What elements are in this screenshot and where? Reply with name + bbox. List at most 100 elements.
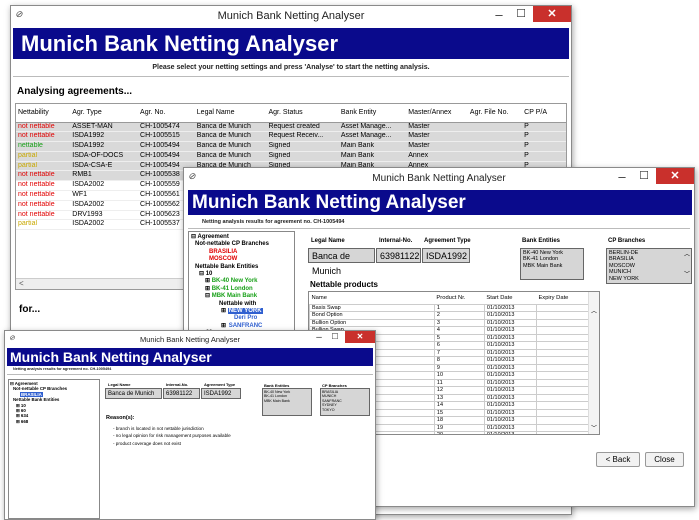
legal-name-header: Legal Name: [311, 238, 345, 244]
column-header[interactable]: Legal Name: [195, 104, 267, 122]
scroll-left-icon[interactable]: <: [19, 279, 24, 288]
expand-icon[interactable]: ⊞: [16, 408, 21, 413]
banner: Munich Bank Netting Analyser: [13, 28, 569, 59]
column-header[interactable]: Master/Annex: [406, 104, 468, 122]
scroll-up-icon[interactable]: ︿: [591, 306, 597, 315]
close-button[interactable]: ✕: [533, 6, 571, 22]
products-column-header[interactable]: Start Date: [484, 292, 536, 304]
reasons-minimize-button[interactable]: –: [311, 332, 327, 343]
column-header[interactable]: Nettability: [16, 104, 70, 122]
scroll-down-icon[interactable]: ﹀: [591, 423, 597, 432]
column-header[interactable]: Agr. No.: [138, 104, 195, 122]
expand-icon[interactable]: ⊞: [221, 308, 228, 314]
bank-entity-item[interactable]: MBK Main Bank: [264, 399, 310, 403]
tree-nettable-with-item[interactable]: ⊞ NEW YORK: [221, 308, 292, 315]
product-cell: 20: [433, 431, 485, 434]
expand-icon[interactable]: ⊞: [16, 403, 21, 408]
table-cell: Master: [408, 132, 430, 140]
results-maximize-button[interactable]: ☐: [634, 169, 654, 182]
table-row[interactable]: partial ISDA-OF-DOCS CH-1005494 Banca de Mu…: [16, 151, 566, 162]
tree-root[interactable]: ⊟ Agreement: [191, 234, 292, 241]
product-cell: Basis Swap: [309, 303, 435, 312]
agreement-type-header: Agreement Type: [424, 238, 471, 244]
collapse-icon[interactable]: ⊟: [191, 234, 196, 240]
expand-icon[interactable]: ⊞: [205, 286, 212, 292]
results-minimize-button[interactable]: –: [612, 169, 632, 184]
expand-icon[interactable]: ⊞: [16, 419, 21, 424]
product-row[interactable]: Bond Option 2 01/10/2013: [309, 311, 590, 320]
chevron-up-icon[interactable]: ︿: [684, 249, 690, 258]
table-cell: [468, 151, 522, 161]
reasons-tree[interactable]: ⊟ Agreement Not-nettable CP Branches BRA…: [8, 379, 100, 519]
column-header[interactable]: Bank Entity: [339, 104, 406, 122]
tree-nettable-with-node[interactable]: Nettable with: [191, 301, 292, 308]
tree-item-label[interactable]: Deri Pro: [233, 315, 258, 321]
results-banner: Munich Bank Netting Analyser: [188, 190, 692, 215]
bank-entities-list[interactable]: BK-40 New York BK-41 London MBK Main Bank: [520, 248, 584, 280]
expand-icon[interactable]: ⊞: [221, 323, 228, 329]
product-cell: [535, 318, 590, 327]
collapse-icon[interactable]: ⊟: [205, 293, 212, 299]
table-cell: P: [524, 122, 529, 130]
product-cell: 01/10/2013: [483, 401, 537, 410]
product-cell: [535, 408, 590, 417]
products-column-header[interactable]: Expiry Date: [536, 292, 588, 304]
cp-branches-list[interactable]: BERLIN-DE BRASILIA MOSCOW MUNICH NEW YORK: [606, 248, 692, 284]
window-title: Munich Bank Netting Analyser: [217, 10, 365, 22]
collapse-icon[interactable]: ⊟: [10, 381, 14, 386]
column-header[interactable]: CP P/A: [522, 104, 566, 122]
table-cell: Asset Manage...: [340, 132, 392, 140]
table-cell: Banca de Munich: [196, 151, 251, 159]
nettability-cell: not nettable: [18, 132, 55, 140]
internal-no-field: 63981122: [376, 248, 421, 263]
tree-branch-item[interactable]: BRASILIA: [209, 249, 292, 256]
table-cell: ISDA2002: [72, 220, 105, 228]
column-header[interactable]: Agr. File No.: [468, 104, 522, 122]
tree-not-nettable-node[interactable]: Not-nettable CP Branches: [191, 241, 292, 248]
legal-name-field: Banca de Munich: [105, 388, 162, 399]
products-column-header[interactable]: Product Nr.: [434, 292, 484, 304]
bank-entity-item[interactable]: MBK Main Bank: [523, 263, 581, 269]
table-row[interactable]: not nettable ISDA1992 CH-1005515 Banca de M…: [16, 131, 566, 142]
tree-nettable-node[interactable]: Nettable Bank Entities: [191, 264, 292, 271]
products-column-header[interactable]: Name: [310, 292, 435, 304]
tree-branch-item[interactable]: MOSCOW: [209, 256, 292, 263]
products-scrollbar[interactable]: ︿ ﹀: [588, 292, 599, 434]
reasons-close-button[interactable]: ✕: [345, 331, 375, 343]
tree-node-10[interactable]: ⊟ 10: [191, 271, 292, 278]
chevron-down-icon[interactable]: ﹀: [684, 269, 690, 278]
tree-entity-item[interactable]: ⊞ BK-41 London: [205, 286, 292, 293]
column-header[interactable]: Agr. Type: [70, 104, 138, 122]
table-cell: Request created: [268, 122, 320, 130]
tree-entity-item[interactable]: ⊞ BK-40 New York: [205, 278, 292, 285]
tree-entity-item[interactable]: ⊟ MBK Main Bank: [205, 293, 292, 300]
nettability-cell: not nettable: [18, 181, 55, 189]
nettability-cell: not nettable: [18, 171, 55, 179]
bank-entities-list[interactable]: BK-40 New York BK-41 London MBK Main Bank: [262, 388, 312, 416]
expand-icon[interactable]: ⊞: [205, 278, 212, 284]
tree-entity-item[interactable]: ⊞ 668: [16, 419, 98, 424]
expand-icon[interactable]: ⊞: [16, 413, 21, 418]
back-button[interactable]: < Back: [596, 452, 640, 467]
product-cell: 15: [433, 408, 485, 417]
product-row[interactable]: Bullion Option 3 01/10/2013: [309, 318, 590, 327]
cp-branches-list[interactable]: BRASILIA MUNICH SANFRANC SYDNEY TOKYO: [320, 388, 370, 416]
tree-item-label[interactable]: NEW YORK: [227, 308, 263, 315]
reasons-maximize-button[interactable]: ☐: [327, 332, 343, 341]
maximize-button[interactable]: ☐: [511, 7, 531, 20]
table-cell: CH-1005515: [140, 132, 180, 140]
minimize-button[interactable]: –: [489, 7, 509, 22]
tree-nettable-with-item[interactable]: Deri Pro: [221, 315, 292, 322]
cp-branch-item[interactable]: NEW YORK: [609, 276, 689, 282]
cp-branch-item[interactable]: TOKYO: [322, 408, 368, 412]
close-dialog-button[interactable]: Close: [645, 452, 684, 467]
table-row[interactable]: not nettable ASSET-MAN CH-1005474 Banca de …: [16, 122, 566, 132]
table-cell: Signed: [268, 142, 291, 150]
results-close-button[interactable]: ✕: [656, 168, 694, 184]
column-header[interactable]: Agr. Status: [266, 104, 338, 122]
product-cell: 2: [433, 311, 485, 320]
collapse-icon[interactable]: ⊟: [199, 271, 204, 277]
tree-item-label[interactable]: SANFRANC: [228, 323, 264, 329]
product-row[interactable]: Basis Swap 1 01/10/2013: [309, 303, 590, 312]
table-row[interactable]: nettable ISDA1992 CH-1005494 Banca de Munic…: [16, 141, 566, 152]
